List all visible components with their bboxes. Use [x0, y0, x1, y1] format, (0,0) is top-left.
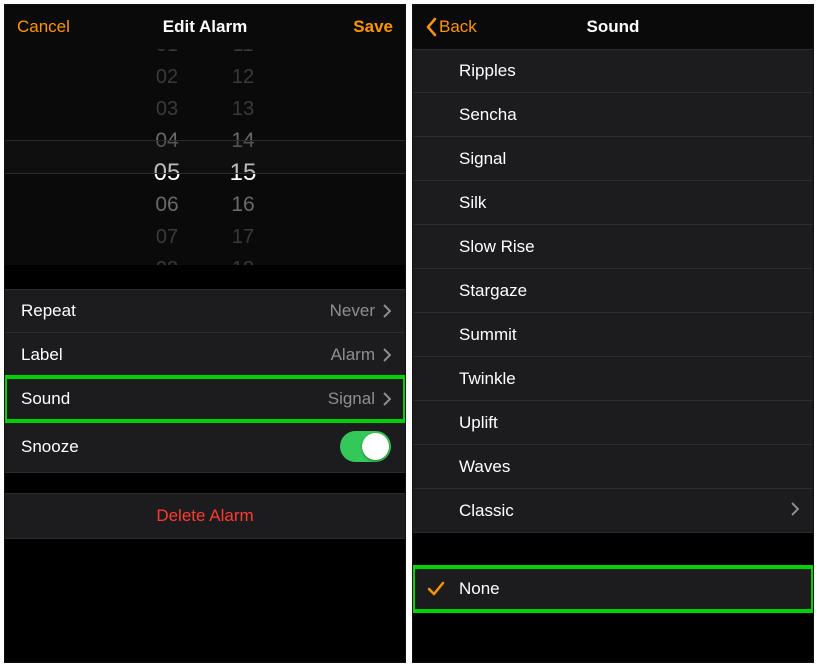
edit-alarm-screen: Cancel Edit Alarm Save 01 02 03 04 05 06… — [4, 4, 406, 663]
sound-option-label: Slow Rise — [459, 237, 535, 257]
toggle-knob — [362, 433, 389, 460]
sound-option-signal[interactable]: Signal — [413, 137, 813, 181]
checkmark-icon — [427, 580, 445, 598]
picker-minute: 14 — [225, 125, 261, 157]
navbar-edit-alarm: Cancel Edit Alarm Save — [5, 5, 405, 49]
back-button[interactable]: Back — [425, 17, 477, 37]
picker-minute: 18 — [225, 253, 261, 265]
picker-hour: 06 — [149, 189, 185, 221]
sound-screen: Back Sound Ripples Sencha Signal Silk Sl… — [412, 4, 814, 663]
sound-option-label: Summit — [459, 325, 517, 345]
chevron-right-icon — [383, 392, 391, 406]
back-label: Back — [439, 17, 477, 37]
sound-option-none[interactable]: None — [413, 567, 813, 611]
picker-minute: 12 — [225, 61, 261, 93]
label-value: Alarm — [331, 345, 375, 365]
picker-minute-selected: 15 — [225, 157, 261, 189]
picker-minute: 17 — [225, 221, 261, 253]
picker-hour: 08 — [149, 253, 185, 265]
sound-option-label: Classic — [459, 501, 514, 521]
sound-option-twinkle[interactable]: Twinkle — [413, 357, 813, 401]
chevron-right-icon — [791, 502, 799, 516]
time-picker[interactable]: 01 02 03 04 05 06 07 08 11 12 13 14 15 1… — [5, 49, 405, 265]
picker-minute: 16 — [225, 189, 261, 221]
sound-option-label: Uplift — [459, 413, 498, 433]
alarm-settings-section: Repeat Never Label Alarm Sound Signal Sn… — [5, 289, 405, 473]
navbar-sound: Back Sound — [413, 5, 813, 49]
picker-minute: 13 — [225, 93, 261, 125]
nav-title-edit: Edit Alarm — [97, 17, 313, 37]
sound-value: Signal — [328, 389, 375, 409]
sound-option-slow-rise[interactable]: Slow Rise — [413, 225, 813, 269]
sound-option-label: Sencha — [459, 105, 517, 125]
picker-hour: 03 — [149, 93, 185, 125]
repeat-label: Repeat — [21, 301, 330, 321]
label-label: Label — [21, 345, 331, 365]
sound-option-ripples[interactable]: Ripples — [413, 49, 813, 93]
sound-option-label: Waves — [459, 457, 510, 477]
picker-hour: 07 — [149, 221, 185, 253]
snooze-label: Snooze — [21, 437, 340, 457]
picker-hour: 01 — [149, 49, 185, 61]
nav-title-sound: Sound — [505, 17, 721, 37]
sound-option-uplift[interactable]: Uplift — [413, 401, 813, 445]
chevron-right-icon — [383, 304, 391, 318]
sound-option-stargaze[interactable]: Stargaze — [413, 269, 813, 313]
picker-minute: 11 — [225, 49, 261, 61]
picker-hour: 04 — [149, 125, 185, 157]
delete-alarm-button[interactable]: Delete Alarm — [5, 493, 405, 539]
snooze-toggle[interactable] — [340, 431, 391, 462]
sound-option-classic[interactable]: Classic — [413, 489, 813, 533]
chevron-right-icon — [383, 348, 391, 362]
save-button[interactable]: Save — [353, 17, 393, 37]
sound-option-silk[interactable]: Silk — [413, 181, 813, 225]
sound-label: Sound — [21, 389, 328, 409]
sound-list: Ripples Sencha Signal Silk Slow Rise Sta… — [413, 49, 813, 611]
sound-option-label: None — [459, 579, 500, 599]
sound-option-sencha[interactable]: Sencha — [413, 93, 813, 137]
cancel-button[interactable]: Cancel — [17, 17, 70, 37]
section-gap — [413, 533, 813, 567]
sound-option-label: Stargaze — [459, 281, 527, 301]
picker-minutes-column[interactable]: 11 12 13 14 15 16 17 18 — [225, 49, 261, 265]
sound-option-label: Silk — [459, 193, 486, 213]
sound-option-label: Signal — [459, 149, 506, 169]
sound-option-summit[interactable]: Summit — [413, 313, 813, 357]
sound-row[interactable]: Sound Signal — [5, 377, 405, 421]
picker-hour-selected: 05 — [149, 157, 185, 189]
sound-option-label: Twinkle — [459, 369, 516, 389]
repeat-value: Never — [330, 301, 375, 321]
label-row[interactable]: Label Alarm — [5, 333, 405, 377]
sound-option-waves[interactable]: Waves — [413, 445, 813, 489]
snooze-row[interactable]: Snooze — [5, 421, 405, 473]
repeat-row[interactable]: Repeat Never — [5, 289, 405, 333]
picker-hours-column[interactable]: 01 02 03 04 05 06 07 08 — [149, 49, 185, 265]
picker-hour: 02 — [149, 61, 185, 93]
chevron-left-icon — [425, 17, 437, 37]
sound-option-label: Ripples — [459, 61, 516, 81]
